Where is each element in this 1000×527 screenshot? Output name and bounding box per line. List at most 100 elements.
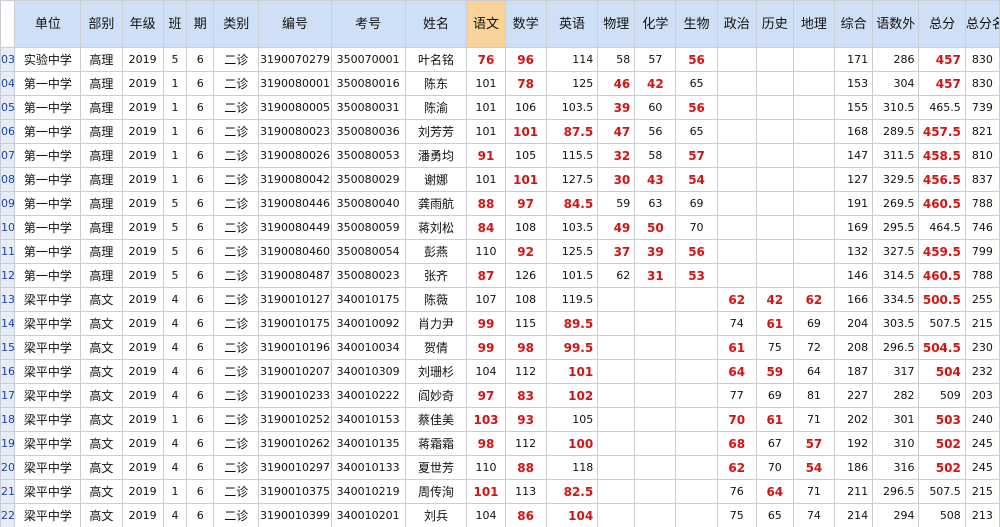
table-cell[interactable]: 2019 bbox=[121, 263, 164, 288]
table-cell[interactable] bbox=[675, 359, 718, 384]
table-cell[interactable]: 53 bbox=[675, 263, 718, 288]
column-header[interactable]: 年级 bbox=[121, 0, 164, 48]
table-cell[interactable] bbox=[716, 95, 757, 120]
table-cell[interactable]: 204 bbox=[834, 311, 874, 336]
table-cell[interactable]: 高文 bbox=[80, 383, 123, 408]
row-number[interactable]: 09 bbox=[0, 191, 16, 216]
table-cell[interactable]: 127.5 bbox=[545, 167, 599, 192]
table-cell[interactable]: 101 bbox=[466, 95, 506, 120]
table-cell[interactable]: 3190010175 bbox=[258, 311, 332, 336]
table-cell[interactable] bbox=[634, 383, 677, 408]
row-number[interactable]: 04 bbox=[0, 71, 16, 96]
table-cell[interactable]: 潘勇均 bbox=[404, 143, 468, 168]
table-cell[interactable]: 59 bbox=[597, 191, 636, 216]
table-cell[interactable] bbox=[675, 431, 718, 456]
table-cell[interactable]: 350080059 bbox=[330, 215, 406, 240]
table-cell[interactable]: 二诊 bbox=[213, 263, 260, 288]
table-cell[interactable]: 132 bbox=[834, 239, 874, 264]
table-cell[interactable]: 350080031 bbox=[330, 95, 406, 120]
table-cell[interactable]: 350080023 bbox=[330, 263, 406, 288]
table-cell[interactable]: 63 bbox=[634, 191, 677, 216]
table-cell[interactable] bbox=[792, 143, 836, 168]
row-number[interactable]: 21 bbox=[0, 479, 16, 504]
table-cell[interactable]: 4 bbox=[162, 431, 188, 456]
table-cell[interactable]: 高文 bbox=[80, 407, 123, 432]
table-cell[interactable]: 2019 bbox=[121, 479, 164, 504]
table-cell[interactable]: 459.5 bbox=[918, 239, 966, 264]
table-cell[interactable]: 4 bbox=[162, 503, 188, 527]
table-cell[interactable]: 101.5 bbox=[545, 263, 599, 288]
table-cell[interactable]: 458.5 bbox=[918, 143, 966, 168]
table-cell[interactable]: 2019 bbox=[121, 383, 164, 408]
table-cell[interactable]: 62 bbox=[716, 455, 757, 480]
table-cell[interactable]: 103.5 bbox=[545, 215, 599, 240]
table-cell[interactable]: 高文 bbox=[80, 431, 123, 456]
row-number[interactable]: 05 bbox=[0, 95, 16, 120]
table-cell[interactable]: 高理 bbox=[80, 215, 123, 240]
table-cell[interactable]: 2019 bbox=[121, 359, 164, 384]
table-cell[interactable]: 高文 bbox=[80, 287, 123, 312]
table-cell[interactable]: 2019 bbox=[121, 191, 164, 216]
table-cell[interactable]: 340010135 bbox=[330, 431, 406, 456]
table-cell[interactable] bbox=[675, 287, 718, 312]
table-cell[interactable]: 6 bbox=[186, 119, 215, 144]
table-cell[interactable]: 二诊 bbox=[213, 335, 260, 360]
column-header[interactable]: 语数外 bbox=[872, 0, 920, 48]
table-cell[interactable]: 310 bbox=[872, 431, 920, 456]
table-cell[interactable]: 119.5 bbox=[545, 287, 599, 312]
table-cell[interactable]: 125 bbox=[545, 71, 599, 96]
table-cell[interactable]: 梁平中学 bbox=[14, 359, 82, 384]
table-cell[interactable]: 98 bbox=[504, 335, 547, 360]
table-cell[interactable]: 465.5 bbox=[918, 95, 966, 120]
row-number[interactable]: 13 bbox=[0, 287, 16, 312]
table-cell[interactable] bbox=[634, 431, 677, 456]
table-cell[interactable]: 第一中学 bbox=[14, 215, 82, 240]
table-cell[interactable]: 刘兵 bbox=[404, 503, 468, 527]
table-cell[interactable]: 96 bbox=[504, 47, 547, 72]
column-header[interactable]: 政治 bbox=[716, 0, 757, 48]
table-cell[interactable] bbox=[755, 47, 794, 72]
table-cell[interactable]: 115 bbox=[504, 311, 547, 336]
table-cell[interactable] bbox=[792, 71, 836, 96]
table-cell[interactable]: 梁平中学 bbox=[14, 335, 82, 360]
table-cell[interactable]: 5 bbox=[162, 47, 188, 72]
table-cell[interactable]: 350080054 bbox=[330, 239, 406, 264]
column-header[interactable]: 类别 bbox=[213, 0, 260, 48]
row-number[interactable]: 11 bbox=[0, 239, 16, 264]
table-cell[interactable] bbox=[597, 479, 636, 504]
table-cell[interactable]: 186 bbox=[834, 455, 874, 480]
table-cell[interactable]: 6 bbox=[186, 311, 215, 336]
table-cell[interactable]: 92 bbox=[504, 239, 547, 264]
column-header[interactable]: 英语 bbox=[545, 0, 599, 48]
table-cell[interactable]: 102 bbox=[545, 383, 599, 408]
table-cell[interactable]: 3190010233 bbox=[258, 383, 332, 408]
table-cell[interactable]: 82.5 bbox=[545, 479, 599, 504]
table-cell[interactable]: 二诊 bbox=[213, 95, 260, 120]
table-cell[interactable]: 88 bbox=[466, 191, 506, 216]
table-cell[interactable]: 88 bbox=[504, 455, 547, 480]
table-cell[interactable]: 89.5 bbox=[545, 311, 599, 336]
table-cell[interactable]: 47 bbox=[597, 119, 636, 144]
column-header[interactable]: 总分名次 bbox=[964, 0, 1000, 48]
table-cell[interactable]: 高理 bbox=[80, 47, 123, 72]
table-cell[interactable] bbox=[634, 503, 677, 527]
table-cell[interactable]: 高文 bbox=[80, 359, 123, 384]
table-cell[interactable]: 高理 bbox=[80, 239, 123, 264]
table-cell[interactable]: 799 bbox=[964, 239, 1000, 264]
table-cell[interactable]: 6 bbox=[186, 359, 215, 384]
table-cell[interactable] bbox=[634, 455, 677, 480]
table-cell[interactable]: 746 bbox=[964, 215, 1000, 240]
table-cell[interactable]: 56 bbox=[675, 239, 718, 264]
table-cell[interactable]: 81 bbox=[792, 383, 836, 408]
table-cell[interactable] bbox=[597, 287, 636, 312]
table-cell[interactable]: 6 bbox=[186, 479, 215, 504]
table-cell[interactable]: 460.5 bbox=[918, 263, 966, 288]
table-cell[interactable]: 310.5 bbox=[872, 95, 920, 120]
table-cell[interactable]: 39 bbox=[597, 95, 636, 120]
table-cell[interactable]: 5 bbox=[162, 263, 188, 288]
table-cell[interactable]: 周传洵 bbox=[404, 479, 468, 504]
row-number[interactable]: 14 bbox=[0, 311, 16, 336]
table-cell[interactable]: 42 bbox=[755, 287, 794, 312]
table-cell[interactable]: 6 bbox=[186, 335, 215, 360]
table-cell[interactable]: 高文 bbox=[80, 503, 123, 527]
